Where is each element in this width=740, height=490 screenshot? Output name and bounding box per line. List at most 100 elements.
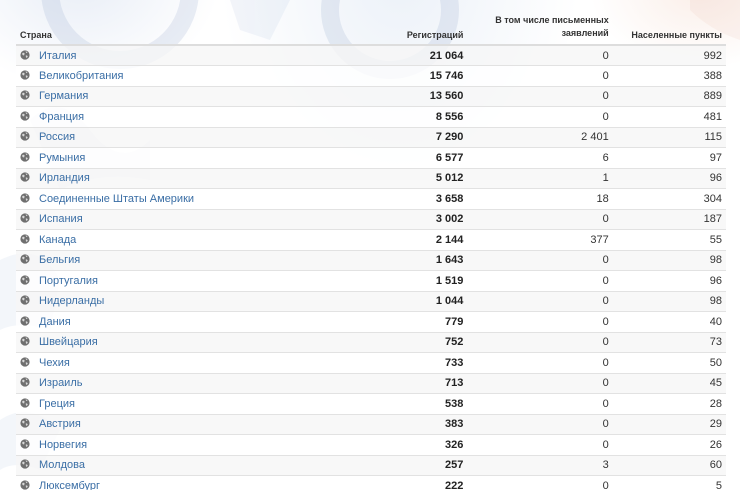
table-row: Греция 538 0 28 [16,393,726,414]
country-link[interactable]: Канада [39,234,76,246]
column-header-country[interactable]: Страна [16,10,355,46]
table-row: Норвегия 326 0 26 [16,434,726,455]
country-link[interactable]: Великобритания [39,70,123,82]
cell-registrations: 3 002 [354,208,468,230]
country-link[interactable]: Португалия [39,275,98,287]
country-link[interactable]: Нидерланды [39,295,104,307]
country-link[interactable]: Испания [39,213,83,225]
country-link[interactable]: Соединенные Штаты Америки [39,193,194,205]
cell-places: 98 [612,249,726,271]
cell-country: Франция [16,106,355,127]
cell-registrations: 2 144 [354,229,468,250]
globe-icon [20,357,30,367]
globe-icon [20,275,30,285]
table-header-row: Страна Регистраций В том числе письменны… [16,10,726,46]
cell-written-applications: 0 [467,413,613,435]
cell-written-applications: 0 [467,85,613,107]
country-stats-table: Страна Регистраций В том числе письменны… [16,10,726,490]
globe-icon [20,90,30,100]
cell-written-applications: 0 [467,208,613,230]
country-link[interactable]: Румыния [39,152,85,164]
globe-icon [20,439,30,449]
cell-registrations: 538 [354,393,468,414]
globe-icon [20,459,30,469]
cell-country: Люксембург [16,475,355,490]
country-link[interactable]: Россия [39,131,75,143]
cell-registrations: 257 [354,454,468,476]
globe-icon [20,377,30,387]
cell-places: 5 [612,475,726,490]
table-row: Дания 779 0 40 [16,311,726,332]
cell-country: Бельгия [16,249,355,271]
cell-country: Россия [16,126,355,148]
cell-registrations: 6 577 [354,147,468,168]
cell-country: Германия [16,85,355,107]
globe-icon [20,234,30,244]
column-header-places[interactable]: Населенные пункты [612,10,726,46]
cell-written-applications: 377 [467,229,613,250]
cell-registrations: 5 012 [354,167,468,189]
country-link[interactable]: Израиль [39,377,82,389]
cell-places: 115 [612,126,726,148]
country-link[interactable]: Германия [39,90,88,102]
country-link[interactable]: Бельгия [39,254,80,266]
table-row: Люксембург 222 0 5 [16,475,726,490]
country-link[interactable]: Люксембург [39,480,100,490]
cell-written-applications: 0 [467,290,613,312]
country-link[interactable]: Италия [39,50,76,62]
cell-country: Дания [16,311,355,332]
cell-places: 889 [612,85,726,107]
cell-places: 50 [612,352,726,373]
cell-written-applications: 0 [467,65,613,86]
cell-written-applications: 0 [467,270,613,291]
globe-icon [20,418,30,428]
table-body: Италия 21 064 0 992 Великобритания 15 746 0 388… [16,44,726,490]
country-link[interactable]: Греция [39,398,75,410]
cell-written-applications: 18 [467,188,613,209]
cell-country: Греция [16,393,355,414]
cell-country: Соединенные Штаты Америки [16,188,355,209]
cell-registrations: 3 658 [354,188,468,209]
cell-places: 97 [612,147,726,168]
cell-written-applications: 0 [467,311,613,332]
cell-written-applications: 1 [467,167,613,189]
column-header-written-applications[interactable]: В том числе письменных заявлений [467,10,613,46]
cell-places: 992 [612,44,726,66]
cell-places: 96 [612,270,726,291]
cell-registrations: 1 643 [354,249,468,271]
cell-registrations: 779 [354,311,468,332]
cell-country: Португалия [16,270,355,291]
table-row: Италия 21 064 0 992 [16,44,726,66]
cell-written-applications: 0 [467,475,613,490]
country-link[interactable]: Дания [39,316,71,328]
country-link[interactable]: Швейцария [39,336,98,348]
table-row: Великобритания 15 746 0 388 [16,65,726,86]
cell-registrations: 1 044 [354,290,468,312]
table-row: Франция 8 556 0 481 [16,106,726,127]
cell-places: 98 [612,290,726,312]
cell-country: Молдова [16,454,355,476]
table-row: Португалия 1 519 0 96 [16,270,726,291]
country-link[interactable]: Франция [39,111,84,123]
country-link[interactable]: Австрия [39,418,81,430]
country-link[interactable]: Молдова [39,459,85,471]
cell-country: Канада [16,229,355,250]
cell-country: Израиль [16,372,355,394]
cell-places: 40 [612,311,726,332]
globe-icon [20,131,30,141]
column-header-registrations[interactable]: Регистраций [354,10,468,46]
cell-registrations: 713 [354,372,468,394]
cell-registrations: 326 [354,434,468,455]
country-link[interactable]: Чехия [39,357,70,369]
country-link[interactable]: Норвегия [39,439,87,451]
cell-country: Великобритания [16,65,355,86]
cell-places: 73 [612,331,726,353]
column-header-written-line1: В том числе письменных [495,15,609,25]
table-row: Румыния 6 577 6 97 [16,147,726,168]
globe-icon [20,336,30,346]
cell-country: Ирландия [16,167,355,189]
table-row: Чехия 733 0 50 [16,352,726,373]
table-row: Россия 7 290 2 401 115 [16,126,726,148]
table-row: Соединенные Штаты Америки 3 658 18 304 [16,188,726,209]
country-link[interactable]: Ирландия [39,172,90,184]
